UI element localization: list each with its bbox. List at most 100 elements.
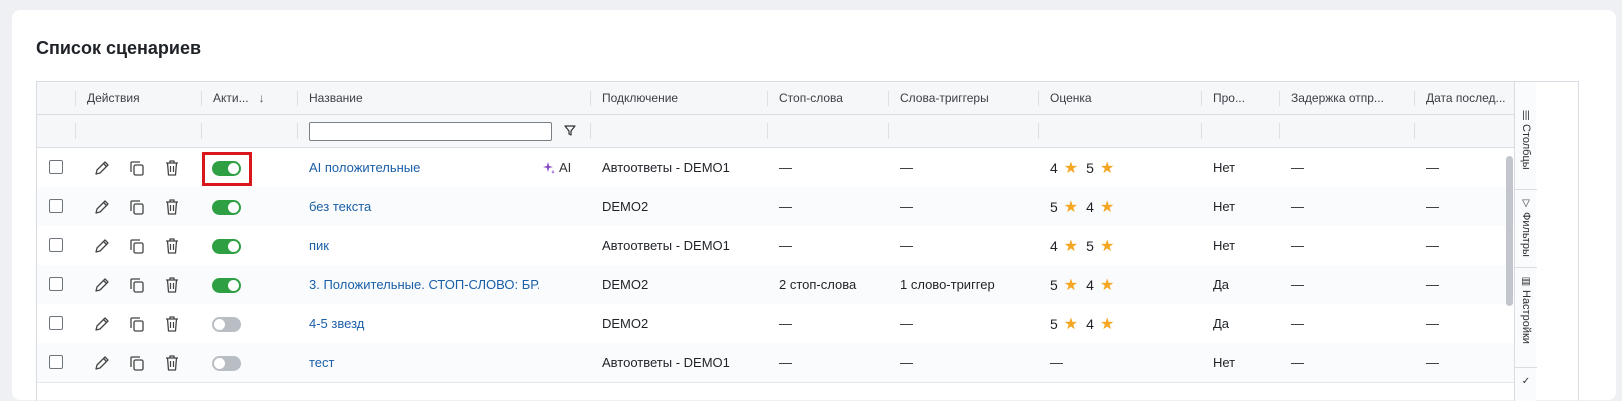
- rating-value: 5: [1086, 159, 1094, 176]
- pencil-icon[interactable]: [92, 275, 112, 295]
- table-row[interactable]: пик Автоответы - DEMO1 — — 4 ★ 5 ★ Нет — —: [37, 226, 1514, 266]
- filter-icon[interactable]: [563, 123, 577, 137]
- pencil-icon[interactable]: [92, 158, 112, 178]
- col-header-name[interactable]: Название: [309, 82, 589, 114]
- row-checkbox[interactable]: [49, 355, 63, 369]
- active-toggle[interactable]: [212, 356, 241, 371]
- row-checkbox[interactable]: [49, 316, 63, 330]
- arrow-down-icon[interactable]: ↓: [259, 91, 265, 105]
- scenario-name-link[interactable]: без текста: [309, 187, 539, 226]
- rating-value: 4: [1050, 159, 1058, 176]
- toggle-knob: [214, 358, 225, 369]
- pencil-icon[interactable]: [92, 314, 112, 334]
- col-header-delay[interactable]: Задержка отпр...: [1291, 82, 1411, 114]
- star-icon: ★: [1099, 159, 1115, 177]
- delay-cell: —: [1291, 316, 1304, 331]
- connection-cell: DEMO2: [602, 199, 649, 214]
- star-icon: ★: [1099, 198, 1115, 216]
- last-date-cell: —: [1426, 160, 1439, 175]
- rating-value: 5: [1050, 198, 1058, 215]
- toggle-knob: [214, 319, 225, 330]
- delay-cell: —: [1291, 238, 1304, 253]
- row-checkbox[interactable]: [49, 160, 63, 174]
- col-header-rating[interactable]: Оценка: [1050, 82, 1200, 114]
- pro-cell: Нет: [1213, 160, 1236, 175]
- stop-words-cell: —: [779, 238, 792, 253]
- copy-icon[interactable]: [127, 236, 147, 256]
- col-header-actions[interactable]: Действия: [87, 82, 197, 114]
- vertical-scrollbar[interactable]: [1506, 148, 1514, 401]
- sparkle-icon: [543, 161, 555, 174]
- last-date-cell: —: [1426, 238, 1439, 253]
- row-checkbox[interactable]: [49, 199, 63, 213]
- trash-icon[interactable]: [162, 158, 182, 178]
- name-filter-input[interactable]: [309, 122, 552, 141]
- col-header-connection[interactable]: Подключение: [602, 82, 767, 114]
- table-row[interactable]: 3. Положительные. СТОП-СЛОВО: БРАК. DEMO2…: [37, 265, 1514, 305]
- trigger-words-cell: —: [900, 238, 913, 253]
- copy-icon[interactable]: [127, 314, 147, 334]
- pencil-icon[interactable]: [92, 236, 112, 256]
- col-header-trigger-words[interactable]: Слова-триггеры: [900, 82, 1038, 114]
- filter-row: [37, 115, 1514, 148]
- table-row[interactable]: без текста DEMO2 — — 5 ★ 4 ★ Нет — —: [37, 187, 1514, 227]
- toggle-knob: [228, 202, 239, 213]
- ai-badge-label: AI: [559, 160, 572, 175]
- copy-icon[interactable]: [127, 158, 147, 178]
- active-toggle[interactable]: [212, 239, 241, 254]
- connection-cell: Автоответы - DEMO1: [602, 355, 730, 370]
- star-icon: ★: [1063, 237, 1079, 255]
- side-tab-check[interactable]: ✓: [1515, 368, 1537, 401]
- col-header-last-date[interactable]: Дата послед...: [1426, 82, 1511, 114]
- star-icon: ★: [1063, 159, 1079, 177]
- scenario-name-link[interactable]: AI положительные: [309, 148, 539, 187]
- col-header-stop-words[interactable]: Стоп-слова: [779, 82, 887, 114]
- side-tab-columns[interactable]: ||| Столбцы: [1515, 102, 1537, 190]
- pencil-icon[interactable]: [92, 353, 112, 373]
- trash-icon[interactable]: [162, 197, 182, 217]
- rating-cell: 4 ★ 5 ★: [1050, 226, 1200, 265]
- side-panel: ||| Столбцы ▽ Фильтры ▤ Настройки ✓: [1514, 82, 1537, 401]
- toggle-knob: [228, 280, 239, 291]
- trash-icon[interactable]: [162, 236, 182, 256]
- rating-cell: 4 ★ 5 ★: [1050, 148, 1200, 187]
- scroll-thumb[interactable]: [1506, 156, 1513, 306]
- copy-icon[interactable]: [127, 197, 147, 217]
- side-tab-filters[interactable]: ▽ Фильтры: [1515, 190, 1537, 268]
- trash-icon[interactable]: [162, 314, 182, 334]
- table-row[interactable]: AI положительные AI Автоответы - DEMO1 — — 4 ★…: [37, 148, 1514, 188]
- scenario-name-link[interactable]: тест: [309, 343, 539, 382]
- col-header-pro[interactable]: Про...: [1213, 82, 1278, 114]
- rating-value: 4: [1086, 198, 1094, 215]
- scenario-name-link[interactable]: 3. Положительные. СТОП-СЛОВО: БРАК.: [309, 265, 539, 304]
- copy-icon[interactable]: [127, 353, 147, 373]
- last-date-cell: —: [1426, 316, 1439, 331]
- delay-cell: —: [1291, 199, 1304, 214]
- active-toggle[interactable]: [212, 200, 241, 215]
- delay-cell: —: [1291, 160, 1304, 175]
- row-checkbox[interactable]: [49, 238, 63, 252]
- copy-icon[interactable]: [127, 275, 147, 295]
- pro-cell: Нет: [1213, 199, 1236, 214]
- columns-icon: |||: [1522, 110, 1530, 121]
- trigger-words-cell: 1 слово-триггер: [900, 277, 995, 292]
- side-tab-filters-label: Фильтры: [1520, 212, 1532, 257]
- scenario-name-link[interactable]: пик: [309, 226, 539, 265]
- scenarios-card: Список сценариев Действия Акти... ↓ Назв…: [12, 10, 1616, 401]
- trash-icon[interactable]: [162, 353, 182, 373]
- active-toggle[interactable]: [212, 278, 241, 293]
- pencil-icon[interactable]: [92, 197, 112, 217]
- table-row[interactable]: 4-5 звезд DEMO2 — — 5 ★ 4 ★ Да — —: [37, 304, 1514, 344]
- side-tab-settings-label: Настройки: [1520, 290, 1532, 344]
- table-row[interactable]: тест Автоответы - DEMO1 — — — Нет — —: [37, 343, 1514, 383]
- side-tab-settings[interactable]: ▤ Настройки: [1515, 268, 1537, 368]
- active-toggle[interactable]: [212, 317, 241, 332]
- settings-icon: ▤: [1521, 276, 1531, 287]
- col-header-active[interactable]: Акти... ↓: [213, 82, 298, 114]
- rating-value: 5: [1050, 276, 1058, 293]
- last-date-cell: —: [1426, 199, 1439, 214]
- trash-icon[interactable]: [162, 275, 182, 295]
- rating-cell: —: [1050, 355, 1063, 370]
- row-checkbox[interactable]: [49, 277, 63, 291]
- scenario-name-link[interactable]: 4-5 звезд: [309, 304, 539, 343]
